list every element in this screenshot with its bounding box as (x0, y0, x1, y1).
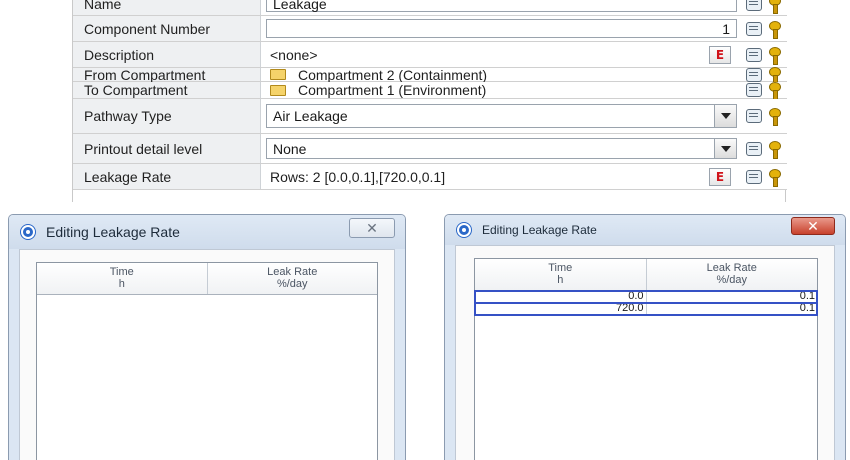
row-icons (739, 0, 787, 15)
from-compartment-value[interactable]: Compartment 2 (Containment) (266, 66, 737, 83)
name-input[interactable]: Leakage (266, 0, 737, 12)
close-button[interactable]: ✕ (791, 217, 835, 235)
prop-label-component-number: Component Number (73, 16, 261, 41)
column-name: Leak Rate (267, 266, 318, 278)
note-icon[interactable] (745, 67, 762, 82)
printout-detail-select[interactable]: None (266, 138, 737, 159)
folder-icon (270, 84, 286, 96)
row-icons (739, 164, 787, 189)
row-icons (739, 16, 787, 41)
key-icon[interactable] (767, 66, 781, 85)
leakage-rate-value: Rows: 2 [0.0,0.1],[720.0,0.1] (270, 168, 446, 185)
leak-rate-cell[interactable]: 0.1 (647, 291, 818, 302)
description-value: <none> (270, 46, 318, 63)
row-icons (739, 134, 787, 163)
edit-leakage-rate-button[interactable]: E (709, 168, 731, 186)
key-icon[interactable] (767, 82, 781, 100)
column-header-leak-rate[interactable]: Leak Rate %/day (647, 259, 818, 290)
dialog-title: Editing Leakage Rate (482, 223, 597, 237)
prop-row-to-compartment[interactable]: To Compartment Compartment 1 (Environmen… (73, 82, 787, 100)
to-compartment-value[interactable]: Compartment 1 (Environment) (266, 82, 737, 98)
leakage-rate-table: Time h Leak Rate %/day (36, 262, 378, 460)
prop-label-pathway-type: Pathway Type (73, 99, 261, 133)
row-icons (739, 66, 787, 85)
column-name: Time (548, 262, 573, 274)
key-icon[interactable] (767, 140, 781, 159)
prop-label-printout-detail-level: Printout detail level (73, 134, 261, 163)
prop-label-name: Name (73, 0, 261, 15)
row-icons (739, 82, 787, 100)
key-icon[interactable] (767, 0, 781, 14)
row-icons (739, 99, 787, 133)
leakage-rate-table: Time h Leak Rate %/day 0.0 0.1 720.0 0.1 (474, 258, 818, 460)
time-cell[interactable]: 0.0 (475, 291, 647, 302)
dialog-title-bar[interactable]: Editing Leakage Rate ✕ (445, 215, 845, 245)
prop-label-from-compartment: From Compartment (73, 67, 261, 83)
key-icon[interactable] (767, 108, 781, 126)
column-name: Time (109, 266, 134, 278)
note-icon[interactable] (745, 141, 762, 156)
prop-label-description: Description (73, 42, 261, 67)
edit-description-button[interactable]: E (709, 46, 731, 64)
leak-rate-cell[interactable]: 0.1 (647, 303, 818, 314)
from-compartment-text: Compartment 2 (Containment) (298, 66, 488, 83)
note-icon[interactable] (745, 21, 762, 36)
properties-panel: Name Leakage Component Number 1 Descript… (72, 0, 787, 202)
prop-row-description[interactable]: Description <none> E (73, 42, 787, 68)
column-unit: %/day (716, 274, 748, 286)
dialog-client-area: Time h Leak Rate %/day 0.0 0.1 720.0 0.1 (455, 245, 835, 460)
prop-row-from-compartment[interactable]: From Compartment Compartment 2 (Containm… (73, 66, 787, 85)
note-icon[interactable] (745, 83, 762, 97)
folder-icon (270, 69, 286, 80)
key-icon[interactable] (767, 168, 781, 187)
column-unit: h (557, 274, 564, 286)
column-header-time[interactable]: Time h (475, 259, 647, 290)
table-body[interactable]: 0.0 0.1 720.0 0.1 (474, 290, 818, 316)
dialog-title: Editing Leakage Rate (46, 224, 180, 240)
component-number-input[interactable]: 1 (266, 19, 737, 38)
table-header: Time h Leak Rate %/day (475, 259, 817, 291)
prop-row-name[interactable]: Name Leakage (73, 0, 787, 16)
prop-row-leakage-rate[interactable]: Leakage Rate Rows: 2 [0.0,0.1],[720.0,0.… (73, 164, 787, 190)
prop-row-printout-detail-level[interactable]: Printout detail level None (73, 134, 787, 164)
pathway-type-select[interactable]: Air Leakage (266, 104, 737, 128)
column-name: Leak Rate (706, 262, 757, 274)
dialog-title-bar[interactable]: Editing Leakage Rate ✕ (9, 215, 405, 249)
table-header: Time h Leak Rate %/day (37, 263, 377, 295)
chevron-down-icon[interactable] (714, 105, 736, 127)
column-unit: %/day (276, 278, 308, 290)
dialog-client-area: Time h Leak Rate %/day (19, 249, 395, 460)
key-icon[interactable] (767, 46, 781, 65)
pathway-type-selected: Air Leakage (273, 108, 348, 124)
prop-row-pathway-type[interactable]: Pathway Type Air Leakage (73, 99, 787, 134)
column-header-time[interactable]: Time h (37, 263, 208, 294)
note-icon[interactable] (745, 47, 762, 62)
editing-dialog-filled: Editing Leakage Rate ✕ Time h Leak Rate … (444, 214, 846, 460)
key-icon[interactable] (767, 20, 781, 39)
table-row[interactable]: 0.0 0.1 (474, 290, 818, 304)
note-icon[interactable] (745, 169, 762, 184)
app-icon (457, 223, 471, 237)
column-header-leak-rate[interactable]: Leak Rate %/day (208, 263, 378, 294)
editing-dialog-empty: Editing Leakage Rate ✕ Time h Leak Rate … (8, 214, 406, 460)
close-button[interactable]: ✕ (349, 218, 395, 238)
chevron-down-icon[interactable] (714, 139, 736, 158)
note-icon[interactable] (745, 109, 762, 123)
app-icon (21, 225, 35, 239)
printout-detail-selected: None (273, 140, 307, 157)
time-cell[interactable]: 720.0 (475, 303, 647, 314)
column-unit: h (118, 278, 125, 290)
prop-row-component-number[interactable]: Component Number 1 (73, 16, 787, 42)
row-icons (739, 42, 787, 67)
to-compartment-text: Compartment 1 (Environment) (298, 82, 487, 98)
table-row[interactable]: 720.0 0.1 (474, 302, 818, 316)
prop-label-leakage-rate: Leakage Rate (73, 164, 261, 189)
prop-label-to-compartment: To Compartment (73, 82, 261, 98)
note-icon[interactable] (745, 0, 762, 11)
